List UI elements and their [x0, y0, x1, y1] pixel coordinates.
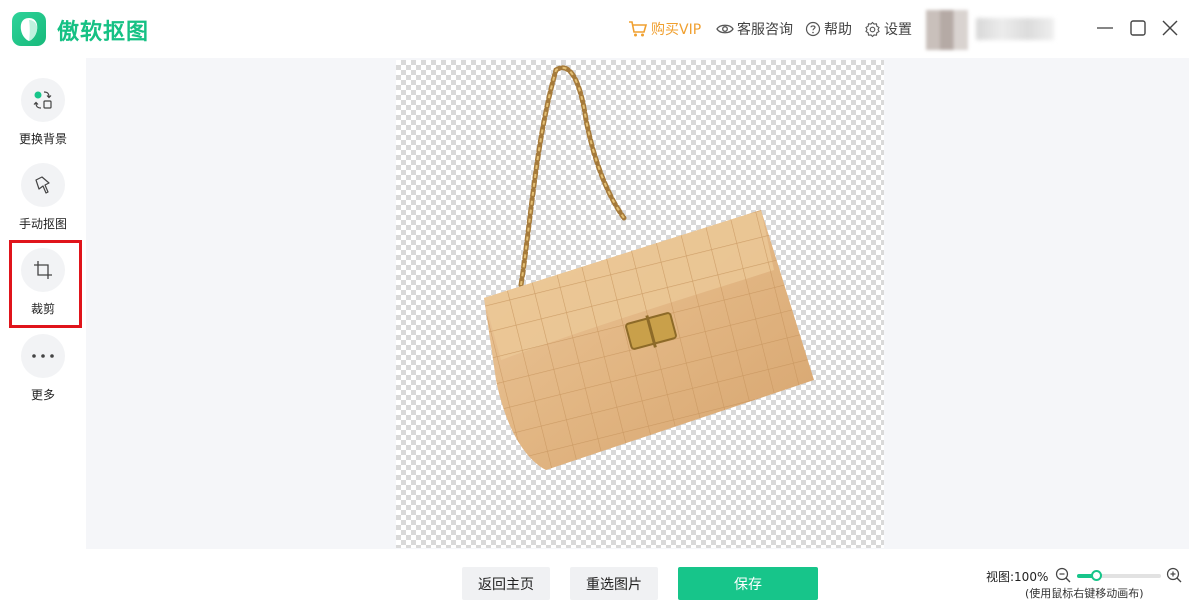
avatar[interactable] [926, 10, 968, 50]
gear-icon [864, 21, 881, 38]
buy-vip-label: 购买VIP [651, 22, 702, 38]
save-button[interactable]: 保存 [678, 567, 818, 600]
more-icon [21, 334, 65, 378]
tool-sidebar: 更换背景 手动抠图 裁剪 更多 [0, 58, 86, 613]
customer-service-link[interactable]: 客服咨询 [716, 19, 793, 39]
question-icon [805, 21, 821, 37]
customer-service-label: 客服咨询 [737, 22, 793, 38]
zoom-level-label: 视图:100% [986, 570, 1049, 584]
editor-workspace[interactable] [86, 58, 1189, 549]
zoom-slider-handle[interactable] [1091, 570, 1103, 581]
username-blurred[interactable] [976, 18, 1054, 40]
app-logo [12, 12, 46, 46]
cart-icon [628, 20, 648, 38]
back-home-button[interactable]: 返回主页 [462, 567, 550, 600]
zoom-hint: (使用鼠标右键移动画布) [1025, 587, 1144, 600]
sidebar-item-label: 更多 [30, 388, 55, 402]
sidebar-item-label: 手动抠图 [18, 217, 67, 231]
app-title: 傲软抠图 [57, 20, 150, 45]
sidebar-item-manual-cutout[interactable]: 手动抠图 [0, 163, 86, 232]
buy-vip-link[interactable]: 购买VIP [628, 19, 701, 39]
help-label: 帮助 [824, 22, 852, 38]
minimize-icon [1097, 27, 1113, 29]
sidebar-item-label: 更换背景 [18, 132, 67, 146]
zoom-out-icon [1055, 567, 1071, 583]
title-bar: 傲软抠图 购买VIP 客服咨询 帮助 设置 [0, 0, 1189, 58]
close-button[interactable] [1159, 17, 1181, 39]
zoom-in-button[interactable] [1166, 567, 1182, 587]
sidebar-item-more[interactable]: 更多 [0, 334, 86, 403]
crop-highlight-box [9, 240, 82, 328]
swap-background-icon [21, 78, 65, 122]
eye-icon [716, 22, 734, 36]
settings-link[interactable]: 设置 [864, 19, 912, 39]
image-canvas[interactable] [396, 60, 884, 548]
minimize-button[interactable] [1094, 17, 1116, 39]
maximize-button[interactable] [1127, 17, 1149, 39]
help-link[interactable]: 帮助 [805, 19, 852, 39]
bottom-toolbar: 返回主页 重选图片 保存 视图:100% (使用鼠标右键移动画布) [0, 549, 1189, 613]
maximize-icon [1130, 20, 1146, 36]
zoom-slider[interactable] [1077, 570, 1161, 581]
app-window: 傲软抠图 购买VIP 客服咨询 帮助 设置 更换背景 手动抠图 裁剪 更多 返回… [0, 0, 1189, 613]
manual-cutout-icon [21, 163, 65, 207]
zoom-in-icon [1166, 567, 1182, 583]
settings-label: 设置 [884, 22, 912, 38]
close-icon [1162, 20, 1178, 36]
reselect-image-button[interactable]: 重选图片 [570, 567, 658, 600]
zoom-out-button[interactable] [1055, 567, 1071, 587]
handbag-image [484, 65, 814, 470]
sidebar-item-change-background[interactable]: 更换背景 [0, 78, 86, 147]
